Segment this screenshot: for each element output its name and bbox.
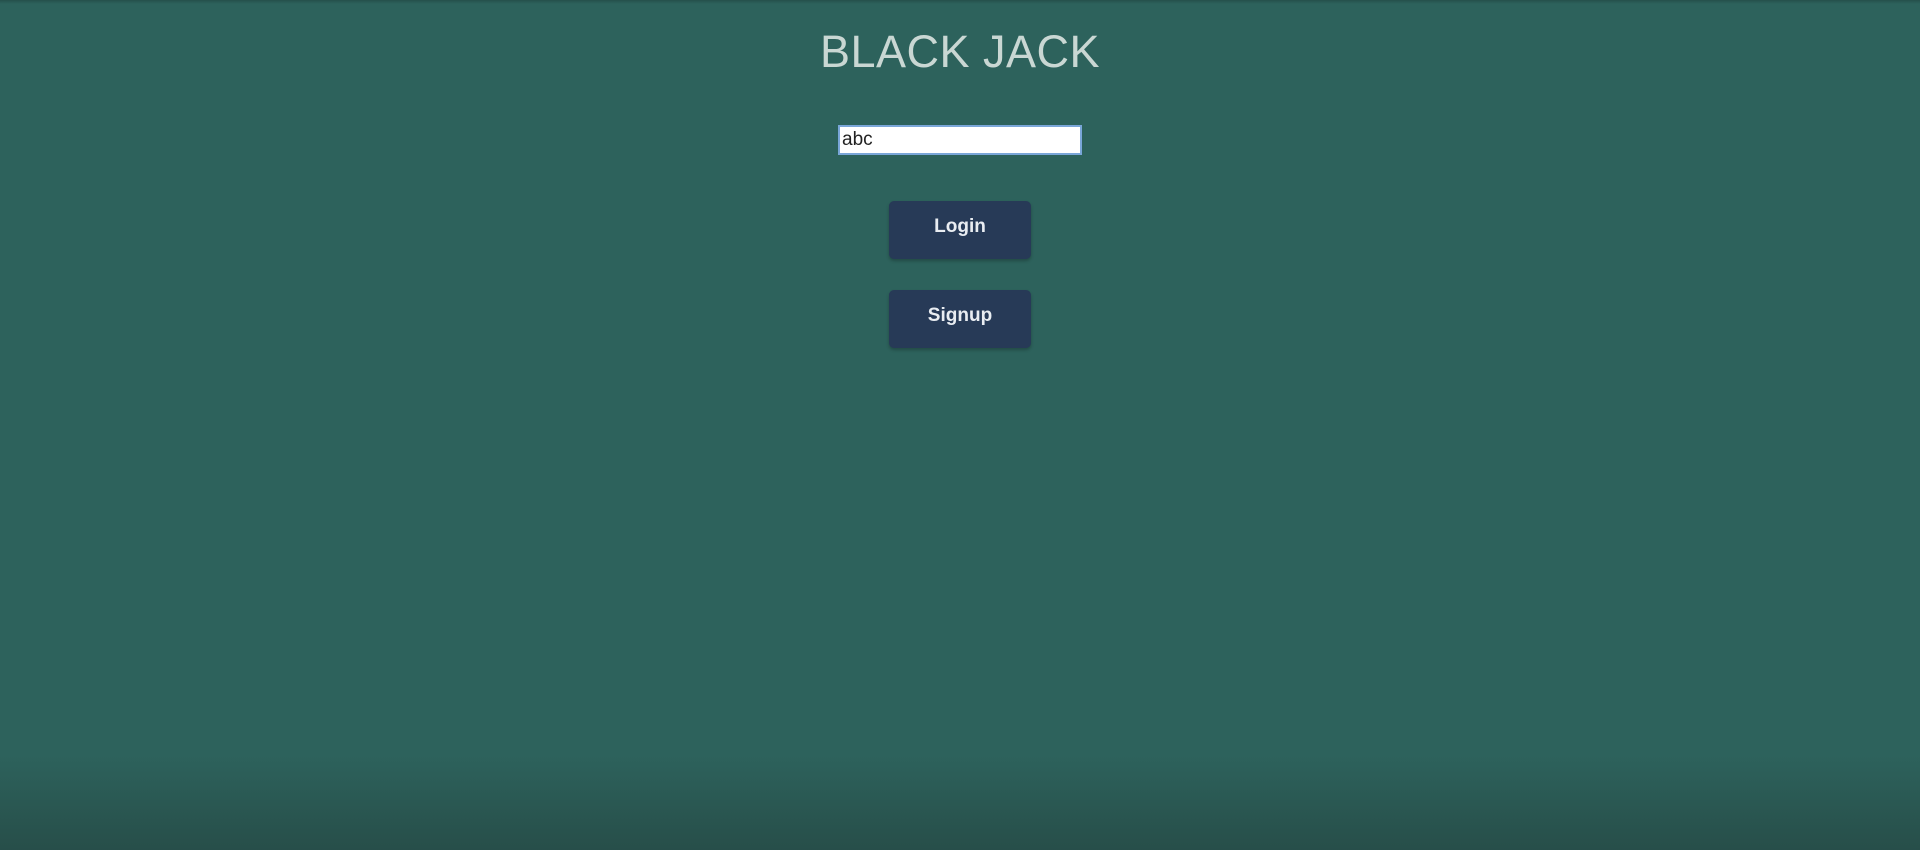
bottom-edge-shade — [0, 755, 1920, 850]
top-edge-shade — [0, 0, 1920, 4]
login-button[interactable]: Login — [889, 201, 1031, 259]
signup-button[interactable]: Signup — [889, 290, 1031, 348]
page-title: BLACK JACK — [819, 26, 1101, 77]
username-input[interactable] — [838, 125, 1082, 155]
